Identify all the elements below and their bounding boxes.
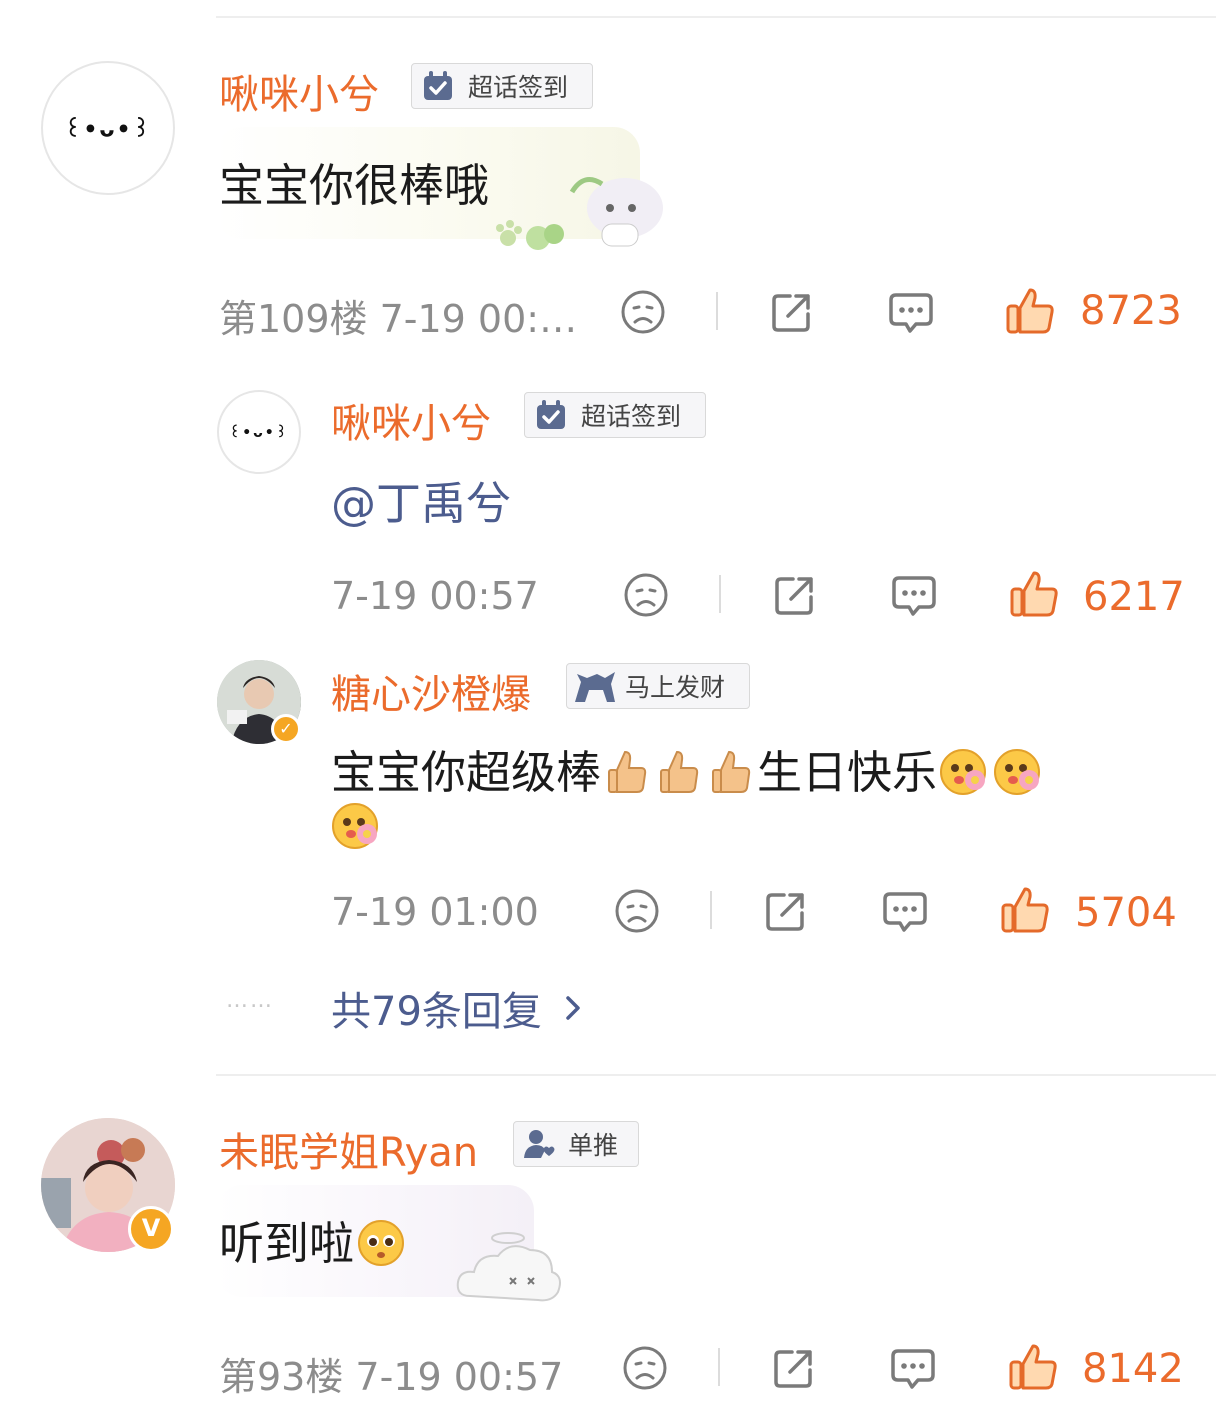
action-separator: [716, 292, 718, 330]
badge-label: 单推: [568, 1131, 619, 1160]
action-separator: [719, 575, 721, 613]
comment-divider: [216, 1074, 1216, 1076]
username[interactable]: 未眠学姐Ryan: [219, 1120, 478, 1178]
dislike-button[interactable]: [611, 885, 663, 937]
like-count: 8723: [1080, 288, 1182, 334]
comment-text: 听到啦: [219, 1207, 408, 1280]
comment-icon: [883, 892, 927, 932]
like-count: 8142: [1082, 1346, 1184, 1392]
badge-label: 马上发财: [625, 673, 726, 702]
badge-label: 超话签到: [468, 73, 569, 102]
reply-button[interactable]: [888, 569, 940, 621]
frown-icon: [624, 573, 668, 617]
like-button[interactable]: [997, 881, 1053, 937]
thumbs-up-emoji-icon: [705, 746, 757, 807]
chevron-right-icon: [562, 992, 584, 1024]
dislike-button[interactable]: [619, 1342, 671, 1394]
share-button[interactable]: [769, 569, 821, 621]
thumbs-up-emoji-icon: [601, 746, 653, 807]
pleading-face-emoji-icon: [354, 1215, 408, 1280]
user-badge[interactable]: 超话签到: [411, 63, 593, 109]
frown-icon: [621, 290, 665, 334]
share-button[interactable]: [760, 885, 812, 937]
user-badge[interactable]: 马上发财: [566, 663, 750, 709]
dislike-button[interactable]: [620, 569, 672, 621]
username[interactable]: 啾咪小兮: [219, 62, 379, 120]
verified-badge-icon: ✓: [271, 714, 301, 744]
like-count: 5704: [1075, 890, 1177, 936]
share-icon: [766, 893, 804, 931]
more-replies-dots: ……: [226, 988, 274, 1013]
thumbs-up-icon: [1010, 571, 1058, 617]
thumbs-up-icon: [1006, 288, 1054, 334]
reply-time: 7-19 01:00: [331, 890, 539, 934]
comment-icon: [892, 576, 936, 616]
comment-icon: [891, 1349, 935, 1389]
flower-face-emoji-icon: [329, 798, 383, 856]
frown-icon: [623, 1346, 667, 1390]
comment-icon: [889, 293, 933, 333]
like-button[interactable]: [1002, 282, 1058, 338]
user-badge[interactable]: 超话签到: [524, 392, 706, 438]
dislike-button[interactable]: [617, 286, 669, 338]
more-replies-link[interactable]: 共79条回复: [331, 979, 584, 1037]
username[interactable]: 啾咪小兮: [331, 391, 491, 449]
flower-face-emoji-icon: [937, 744, 991, 809]
floor-and-time: 第93楼 7-19 00:57: [219, 1355, 564, 1399]
share-button[interactable]: [766, 286, 818, 338]
reply-text-tail: 生日快乐: [757, 746, 938, 799]
action-separator: [710, 891, 712, 929]
avatar[interactable]: ꒰•ᴗ•꒱: [217, 390, 301, 474]
reply-text: 宝宝你超级棒 生日快乐: [331, 736, 1045, 809]
share-icon: [772, 294, 810, 332]
comment-text: 宝宝你很棒哦: [219, 159, 490, 212]
thumbs-up-icon: [1001, 887, 1049, 933]
user-badge[interactable]: 单推: [513, 1121, 639, 1167]
reply-time: 7-19 00:57: [331, 574, 539, 618]
calendar-check-icon: [531, 395, 571, 435]
frown-icon: [615, 889, 659, 933]
thumbs-up-icon: [1009, 1344, 1057, 1390]
badge-label: 超话签到: [581, 402, 682, 431]
calendar-check-icon: [418, 66, 458, 106]
more-replies-label: 共79条回复: [331, 989, 542, 1035]
horse-icon: [571, 666, 619, 706]
bubble-sticker-icon: [456, 1232, 561, 1302]
reply-button[interactable]: [879, 885, 931, 937]
avatar-kaomoji: ꒰•ᴗ•꒱: [229, 425, 289, 441]
person-heart-icon: [520, 1125, 558, 1163]
like-count: 6217: [1083, 574, 1185, 620]
share-button[interactable]: [768, 1342, 820, 1394]
like-button[interactable]: [1005, 1338, 1061, 1394]
username[interactable]: 糖心沙橙爆: [331, 662, 531, 720]
avatar[interactable]: ꒰•ᴗ•꒱: [41, 61, 175, 195]
reply-button[interactable]: [885, 286, 937, 338]
verified-badge-icon: V: [128, 1206, 174, 1252]
mention-link[interactable]: @丁禹兮: [331, 467, 511, 532]
action-separator: [718, 1348, 720, 1386]
share-icon: [774, 1350, 812, 1388]
comment-text-main: 听到啦: [219, 1217, 355, 1270]
like-button[interactable]: [1006, 565, 1062, 621]
top-divider: [216, 16, 1216, 18]
share-icon: [775, 577, 813, 615]
reply-text-main: 宝宝你超级棒: [331, 746, 602, 799]
thumbs-up-emoji-icon: [653, 746, 705, 807]
floor-and-time: 第109楼 7-19 00:…: [219, 297, 578, 341]
bubble-sticker-icon: [496, 177, 663, 250]
reply-button[interactable]: [887, 1342, 939, 1394]
flower-face-emoji-icon: [991, 744, 1045, 809]
avatar-kaomoji: ꒰•ᴗ•꒱: [64, 117, 152, 143]
